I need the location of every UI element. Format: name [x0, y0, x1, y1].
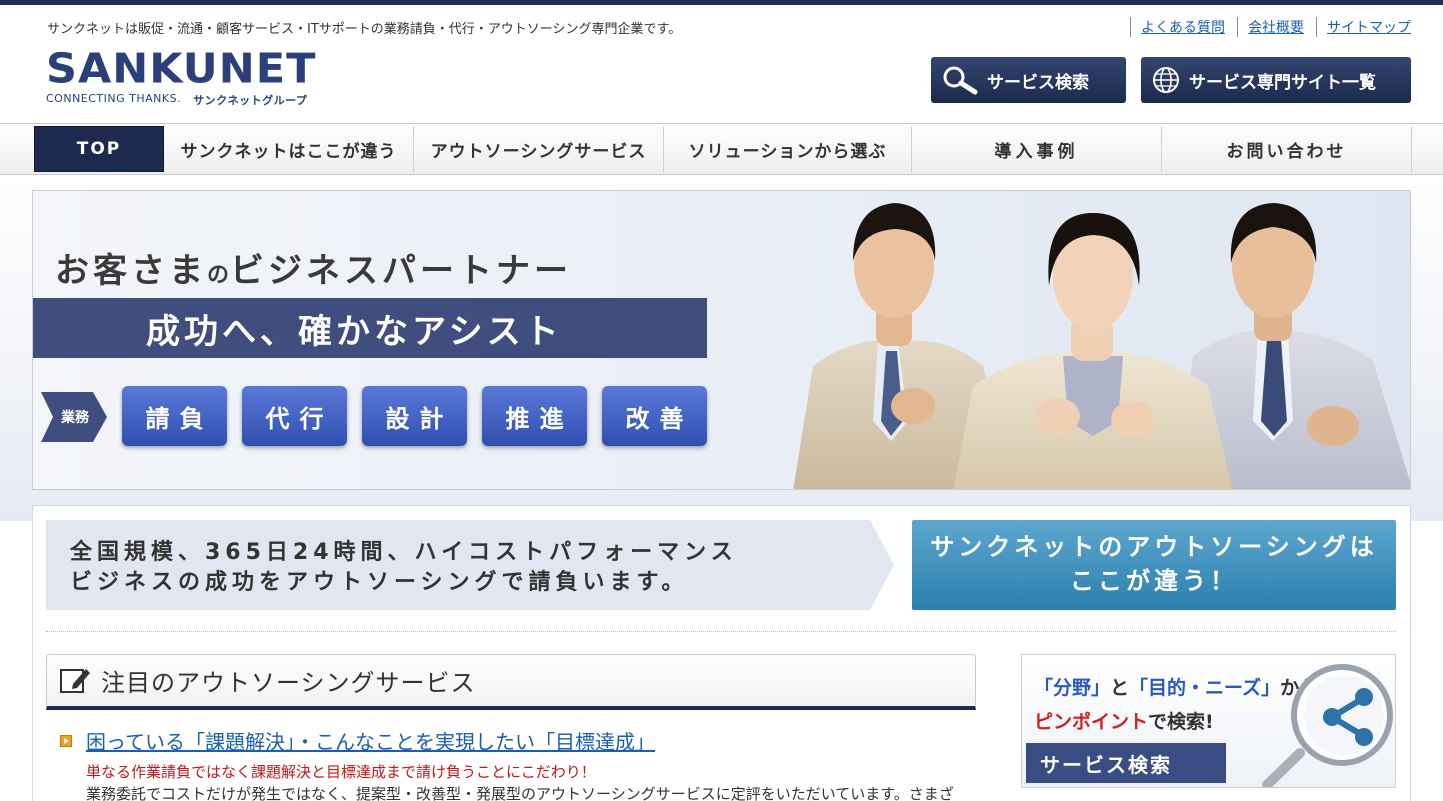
business-button-contract[interactable]: 請負	[122, 386, 227, 446]
featured-item: 困っている「課題解決」・こんなことを実現したい「目標達成」	[60, 726, 655, 755]
business-tag-label: 業務	[61, 410, 89, 426]
hero-title: お客さまのビジネスパートナー	[55, 243, 572, 292]
site-logo[interactable]: SANKUNET CONNECTING THANKS. サンクネットグループ	[46, 46, 346, 108]
main-nav: TOP サンクネットはここが違う アウトソーシングサービス ソリューションから選…	[0, 123, 1443, 175]
banner-field: 「分野」	[1034, 677, 1111, 699]
banner-pinpoint: ピンポイント	[1034, 711, 1149, 733]
arrow-bullet-icon	[60, 734, 72, 747]
difference-button[interactable]: サンクネットのアウトソーシングは ここが違う！	[912, 520, 1396, 610]
specialty-sites-button[interactable]: サービス専門サイト一覧	[1141, 57, 1411, 103]
intro-line1: 全国規模、365日24時間、ハイコストパフォーマンス	[70, 540, 738, 565]
nav-item-contact[interactable]: お問い合わせ	[1162, 126, 1412, 172]
top-accent-line	[0, 0, 1443, 5]
featured-highlight: 単なる作業請負ではなく課題解決と目標達成まで請け負うことにこだわり！	[86, 763, 596, 781]
logo-sub-jp: サンクネットグループ	[193, 94, 308, 107]
intro-text: 全国規模、365日24時間、ハイコストパフォーマンス ビジネスの成功をアウトソー…	[70, 538, 738, 598]
business-tag: 業務	[41, 392, 109, 442]
site-tagline: サンクネットは販促・流通・顧客サービス・ITサポートの業務請負・代行・アウトソー…	[47, 22, 682, 37]
logo-sub-en: CONNECTING THANKS.	[46, 92, 182, 105]
hero-title-particle: の	[207, 262, 231, 288]
featured-description: 業務委託でコストだけが発生ではなく、提案型・改善型・発展型のアウトソーシングサー…	[86, 785, 956, 801]
faq-link[interactable]: よくある質問	[1130, 17, 1225, 37]
utility-links: よくある質問 会社概要 サイトマップ	[1118, 17, 1411, 37]
banner-and: と	[1110, 677, 1130, 699]
banner-line2: ピンポイントで検索!	[1034, 707, 1214, 734]
hero-tagline-bar: 成功へ、確かなアシスト	[33, 298, 707, 358]
section-divider	[46, 631, 1396, 632]
nav-item-solutions[interactable]: ソリューションから選ぶ	[664, 126, 912, 172]
banner-search-button: サービス検索	[1026, 743, 1226, 783]
sitemap-link[interactable]: サイトマップ	[1316, 17, 1411, 37]
intro-line2: ビジネスの成功をアウトソーシングで請負います。	[70, 570, 689, 595]
specialty-sites-label: サービス専門サイト一覧	[1189, 72, 1376, 93]
business-button-promotion[interactable]: 推進	[482, 386, 587, 446]
featured-heading-text: 注目のアウトソーシングサービス	[101, 669, 476, 697]
nav-item-outsourcing[interactable]: アウトソーシングサービス	[414, 126, 664, 172]
search-icon	[943, 66, 978, 95]
logo-wordmark: SANKUNET	[46, 45, 317, 93]
hero-title-part2: ビジネスパートナー	[230, 251, 573, 291]
banner-purpose: 「目的・ニーズ」	[1129, 677, 1281, 699]
banner-search-suffix: で検索!	[1148, 711, 1214, 733]
difference-line2: ここが違う！	[1070, 567, 1238, 595]
featured-heading: 注目のアウトソーシングサービス	[46, 654, 976, 710]
difference-line1: サンクネットのアウトソーシングは	[930, 533, 1378, 561]
nav-item-difference[interactable]: サンクネットはここが違う	[164, 126, 414, 172]
company-link[interactable]: 会社概要	[1237, 17, 1304, 37]
intro-banner: 全国規模、365日24時間、ハイコストパフォーマンス ビジネスの成功をアウトソー…	[46, 520, 894, 610]
globe-icon	[1153, 67, 1179, 93]
logo-subtitle: CONNECTING THANKS. サンクネットグループ	[46, 92, 346, 108]
business-button-agency[interactable]: 代行	[242, 386, 347, 446]
business-people-photo	[793, 203, 1410, 489]
featured-link[interactable]: 困っている「課題解決」・こんなことを実現したい「目標達成」	[86, 726, 655, 755]
magnifier-share-icon	[1262, 664, 1393, 787]
nav-item-top[interactable]: TOP	[34, 126, 164, 172]
service-search-banner[interactable]: 「分野」と「目的・ニーズ」から ピンポイントで検索! サービス検索	[1021, 654, 1396, 788]
note-edit-icon	[60, 668, 90, 693]
business-button-design[interactable]: 設計	[362, 386, 467, 446]
hero-title-part1: お客さま	[55, 251, 207, 291]
service-search-button[interactable]: サービス検索	[931, 57, 1126, 103]
service-search-label: サービス検索	[987, 72, 1089, 93]
nav-item-case-studies[interactable]: 導入事例	[912, 126, 1162, 172]
business-button-improvement[interactable]: 改善	[602, 386, 707, 446]
hero-banner: お客さまのビジネスパートナー 成功へ、確かなアシスト 業務 請負 代行 設計 推…	[32, 190, 1411, 490]
